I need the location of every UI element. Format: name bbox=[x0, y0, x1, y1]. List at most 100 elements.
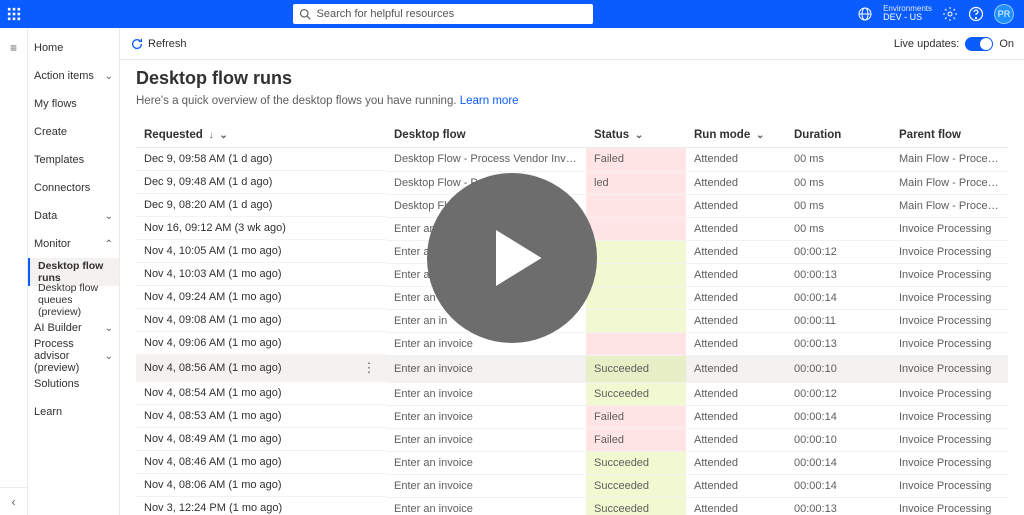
cell-flow: Enter an invoice bbox=[386, 382, 586, 405]
cell-status bbox=[586, 240, 686, 263]
search-input[interactable]: Search for helpful resources bbox=[293, 4, 593, 24]
sidebar-item-data[interactable]: Data⌄ bbox=[28, 202, 119, 230]
sidebar-item-label: My flows bbox=[34, 98, 77, 110]
learn-more-link[interactable]: Learn more bbox=[460, 95, 519, 107]
table-row[interactable]: Nov 4, 08:53 AM (1 mo ago) Enter an invoi… bbox=[136, 405, 1008, 428]
table-row[interactable]: Nov 4, 08:49 AM (1 mo ago) Enter an invoi… bbox=[136, 428, 1008, 451]
environment-picker[interactable]: Environments DEV - US bbox=[883, 5, 932, 24]
col-duration[interactable]: Duration bbox=[786, 123, 891, 148]
app-header: Search for helpful resources Environment… bbox=[0, 0, 1024, 28]
sidebar-item-solutions[interactable]: Solutions bbox=[28, 370, 119, 398]
sidebar-item-create[interactable]: Create bbox=[28, 118, 119, 146]
sidebar-item-process-advisor-preview-[interactable]: Process advisor (preview)⌄ bbox=[28, 342, 119, 370]
table-row[interactable]: Nov 4, 08:06 AM (1 mo ago)Enter an invoi… bbox=[136, 474, 1008, 497]
cell-requested: Nov 4, 08:54 AM (1 mo ago) bbox=[144, 387, 282, 399]
hamburger-icon[interactable]: ≡ bbox=[0, 34, 28, 62]
avatar[interactable]: PR bbox=[994, 4, 1014, 24]
settings-icon[interactable] bbox=[942, 6, 958, 22]
cell-requested: Nov 4, 10:05 AM (1 mo ago) bbox=[144, 245, 282, 257]
sidebar-item-action-items[interactable]: Action items⌄ bbox=[28, 62, 119, 90]
cell-parent: Invoice Processing bbox=[891, 355, 1008, 382]
cell-status: Failed bbox=[586, 148, 686, 172]
cell-parent: Invoice Processing bbox=[891, 263, 1008, 286]
cell-parent: Invoice Processing bbox=[891, 382, 1008, 405]
cell-status: Succeeded bbox=[586, 451, 686, 474]
cell-status bbox=[586, 309, 686, 332]
table-row[interactable]: Dec 9, 09:58 AM (1 d ago)Desktop Flow - … bbox=[136, 148, 1008, 172]
cell-duration: 00:00:10 bbox=[786, 355, 891, 382]
cell-status: Succeeded bbox=[586, 497, 686, 515]
sidebar-item-label: AI Builder bbox=[34, 322, 82, 334]
col-status[interactable]: Status ⌄ bbox=[586, 123, 686, 148]
cell-parent: Invoice Processing bbox=[891, 332, 1008, 355]
cell-mode: Attended bbox=[686, 171, 786, 194]
cell-mode: Attended bbox=[686, 428, 786, 451]
video-play-button[interactable] bbox=[427, 173, 597, 343]
col-flow[interactable]: Desktop flow bbox=[386, 123, 586, 148]
col-parent[interactable]: Parent flow bbox=[891, 123, 1008, 148]
cell-duration: 00:00:13 bbox=[786, 332, 891, 355]
play-icon bbox=[482, 223, 552, 293]
cell-requested: Nov 4, 09:24 AM (1 mo ago) bbox=[144, 291, 282, 303]
cell-status: Failed bbox=[586, 405, 686, 428]
sidebar-item-label: Process advisor (preview) bbox=[34, 338, 105, 374]
sidebar-item-label: Home bbox=[34, 42, 63, 54]
sidebar-item-templates[interactable]: Templates bbox=[28, 146, 119, 174]
avatar-initials: PR bbox=[998, 9, 1011, 19]
cell-duration: 00:00:13 bbox=[786, 497, 891, 515]
nav-rail: ≡ ‹ bbox=[0, 28, 28, 515]
col-mode[interactable]: Run mode ⌄ bbox=[686, 123, 786, 148]
help-icon[interactable] bbox=[968, 6, 984, 22]
cell-parent: Invoice Processing bbox=[891, 428, 1008, 451]
search-placeholder: Search for helpful resources bbox=[317, 8, 455, 20]
chevron-down-icon: ⌄ bbox=[105, 351, 113, 362]
cell-status: Succeeded bbox=[586, 474, 686, 497]
cell-duration: 00:00:14 bbox=[786, 451, 891, 474]
collapse-rail-icon[interactable]: ‹ bbox=[0, 487, 28, 515]
table-row[interactable]: Nov 4, 08:56 AM (1 mo ago)⋮Enter an invo… bbox=[136, 355, 1008, 382]
sidebar-item-my-flows[interactable]: My flows bbox=[28, 90, 119, 118]
cell-duration: 00 ms bbox=[786, 171, 891, 194]
cell-mode: Attended bbox=[686, 332, 786, 355]
cell-duration: 00:00:11 bbox=[786, 309, 891, 332]
live-label: Live updates: bbox=[894, 38, 959, 50]
chevron-up-icon: ⌃ bbox=[105, 239, 113, 250]
cell-flow: Enter an invoice bbox=[386, 428, 586, 451]
sidebar-item-connectors[interactable]: Connectors bbox=[28, 174, 119, 202]
live-toggle[interactable] bbox=[965, 37, 993, 51]
sidebar-item-label: Solutions bbox=[34, 378, 79, 390]
cell-mode: Attended bbox=[686, 263, 786, 286]
waffle-icon[interactable] bbox=[0, 0, 28, 28]
environment-icon[interactable] bbox=[857, 6, 873, 22]
cell-flow: Enter an invoice bbox=[386, 405, 586, 428]
cell-status: Succeeded bbox=[586, 355, 686, 382]
cell-flow: Enter an invoice bbox=[386, 451, 586, 474]
cell-duration: 00:00:14 bbox=[786, 286, 891, 309]
table-row[interactable]: Nov 4, 08:46 AM (1 mo ago)Enter an invoi… bbox=[136, 451, 1008, 474]
sidebar-item-label: Create bbox=[34, 126, 67, 138]
refresh-label: Refresh bbox=[148, 38, 187, 50]
cell-mode: Attended bbox=[686, 148, 786, 172]
sidebar-item-desktop-flow-queues-preview-[interactable]: Desktop flow queues (preview) bbox=[28, 286, 119, 314]
sidebar-item-home[interactable]: Home bbox=[28, 34, 119, 62]
cell-status bbox=[586, 217, 686, 240]
sidebar-item-monitor[interactable]: Monitor⌃ bbox=[28, 230, 119, 258]
table-row[interactable]: Dec 9, 09:48 AM (1 d ago)Desktop Flow - … bbox=[136, 171, 1008, 194]
cell-status: led bbox=[586, 171, 686, 194]
row-menu-icon[interactable]: ⋮ bbox=[360, 360, 378, 376]
table-row[interactable]: Nov 4, 08:54 AM (1 mo ago) Enter an invoi… bbox=[136, 382, 1008, 405]
cell-requested: Nov 3, 12:24 PM (1 mo ago) bbox=[144, 502, 282, 514]
cell-requested: Nov 4, 08:49 AM (1 mo ago) bbox=[144, 433, 282, 445]
refresh-button[interactable]: Refresh bbox=[130, 37, 187, 51]
table-row[interactable]: Nov 4, 09:06 AM (1 mo ago)Enter an invoi… bbox=[136, 332, 1008, 355]
chevron-down-icon: ⌄ bbox=[105, 211, 113, 222]
col-requested[interactable]: Requested ↓ ⌄ bbox=[136, 123, 386, 148]
cell-mode: Attended bbox=[686, 240, 786, 263]
cell-requested: Nov 4, 08:53 AM (1 mo ago) bbox=[144, 410, 282, 422]
chevron-down-icon: ⌄ bbox=[217, 130, 228, 141]
cell-duration: 00:00:14 bbox=[786, 405, 891, 428]
sidebar-item-learn[interactable]: Learn bbox=[28, 398, 119, 426]
table-row[interactable]: Nov 3, 12:24 PM (1 mo ago)Enter an invoi… bbox=[136, 497, 1008, 515]
cell-mode: Attended bbox=[686, 309, 786, 332]
live-state: On bbox=[999, 38, 1014, 50]
